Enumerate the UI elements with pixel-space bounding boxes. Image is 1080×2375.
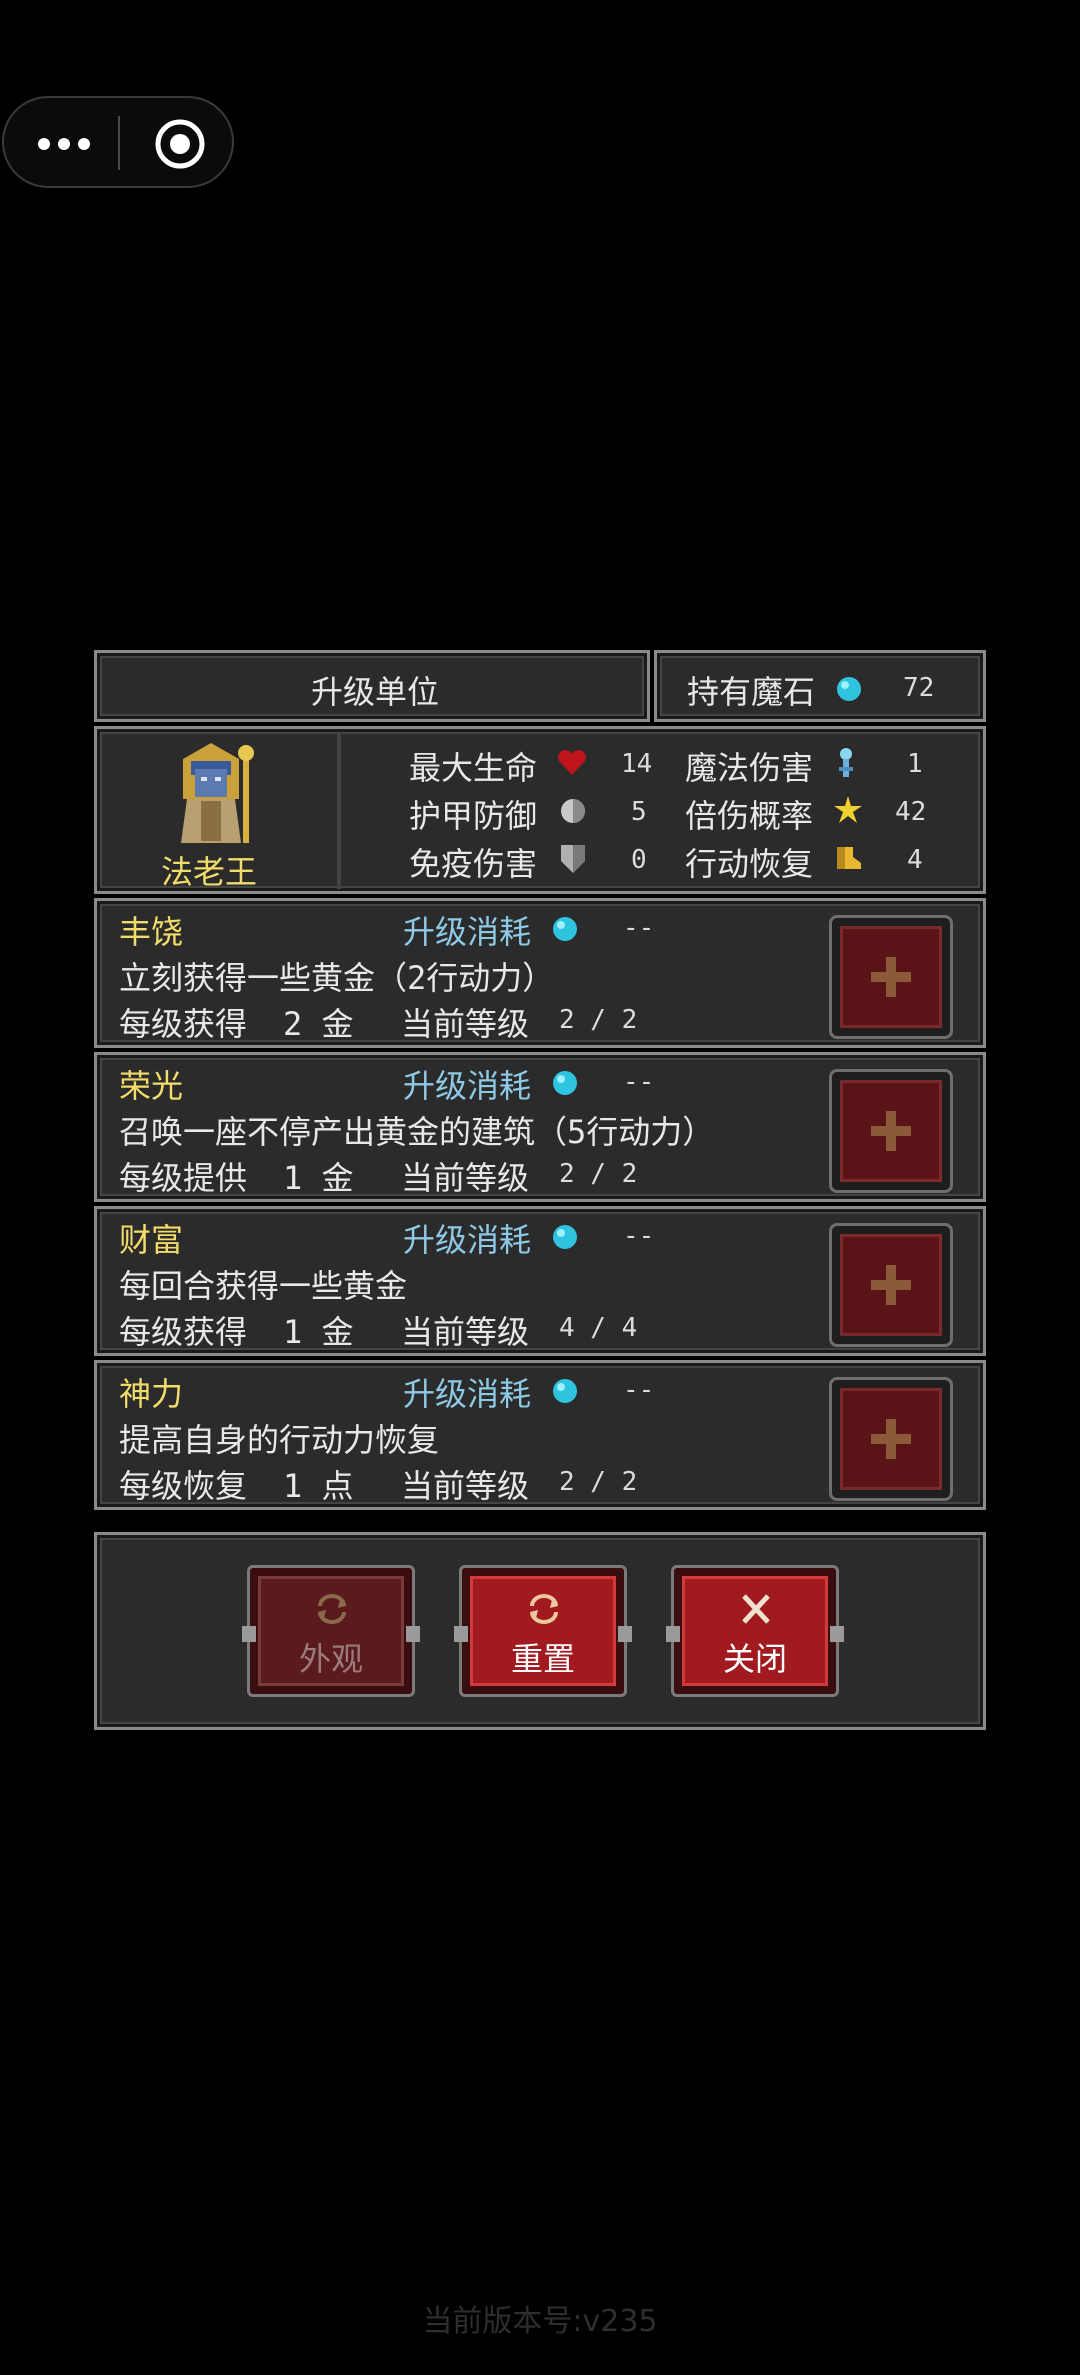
upgrade-per-level-label: 每级恢复 xyxy=(119,1467,248,1505)
upgrade-row: 荣光 升级消耗 -- 召唤一座不停产出黄金的建筑（5行动力） 每级提供 1 金 … xyxy=(94,1052,986,1202)
boot-icon xyxy=(837,847,861,869)
upgrade-level-label: 当前等级 xyxy=(401,1313,530,1351)
armor-icon xyxy=(561,799,585,823)
plus-icon xyxy=(840,1388,942,1490)
upgrade-per-level-label: 每级获得 xyxy=(119,1005,248,1043)
gem-icon xyxy=(553,1225,577,1249)
reset-button[interactable]: 重置 xyxy=(454,1565,632,1697)
capsule-divider xyxy=(118,116,120,170)
star-icon xyxy=(834,796,862,823)
gem-icon xyxy=(553,1379,577,1403)
stat-value-armor: 5 xyxy=(631,797,647,827)
shield-icon xyxy=(561,845,585,873)
close-icon xyxy=(742,1594,770,1624)
upgrade-per-level-value: 2 金 xyxy=(283,1005,354,1043)
refresh-icon xyxy=(318,1594,346,1624)
stat-label-magic-damage: 魔法伤害 xyxy=(685,749,814,787)
gem-icon xyxy=(553,917,577,941)
upgrade-level: 4 / 4 xyxy=(559,1313,638,1343)
portrait-frame: 法老王 xyxy=(101,733,341,891)
panel-title: 升级单位 xyxy=(311,673,440,711)
upgrade-description: 每回合获得一些黄金 xyxy=(119,1267,408,1305)
magic-stone-counter: 持有魔石 72 xyxy=(654,650,986,722)
upgrade-level: 2 / 2 xyxy=(559,1005,638,1035)
more-icon[interactable] xyxy=(38,138,90,150)
refresh-icon xyxy=(530,1594,558,1624)
upgrade-per-level-value: 1 金 xyxy=(283,1313,354,1351)
unit-name: 法老王 xyxy=(161,853,258,891)
upgrade-plus-button[interactable] xyxy=(829,1223,953,1347)
upgrade-plus-button[interactable] xyxy=(829,1377,953,1501)
upgrade-plus-button[interactable] xyxy=(829,915,953,1039)
close-button[interactable]: 关闭 xyxy=(666,1565,844,1697)
plus-icon xyxy=(840,926,942,1028)
stat-value-immunity: 0 xyxy=(631,845,647,875)
footer-bar: 外观 重置 关闭 xyxy=(94,1532,986,1730)
gem-icon xyxy=(553,1071,577,1095)
upgrade-cost-label: 升级消耗 xyxy=(403,913,532,951)
upgrade-cost: -- xyxy=(623,913,655,943)
stat-value-action-recovery: 4 xyxy=(907,845,923,875)
upgrade-cost-label: 升级消耗 xyxy=(403,1067,532,1105)
upgrade-cost-label: 升级消耗 xyxy=(403,1375,532,1413)
plus-icon xyxy=(840,1080,942,1182)
upgrade-plus-button[interactable] xyxy=(829,1069,953,1193)
stat-value-magic-damage: 1 xyxy=(907,749,923,779)
upgrade-per-level-value: 1 金 xyxy=(283,1159,354,1197)
upgrade-per-level-value: 1 点 xyxy=(283,1467,354,1505)
upgrade-name: 荣光 xyxy=(119,1067,184,1105)
reset-label: 重置 xyxy=(510,1640,575,1678)
stat-label-armor: 护甲防御 xyxy=(409,797,538,835)
upgrade-level-label: 当前等级 xyxy=(401,1005,530,1043)
version-label: 当前版本号:v235 xyxy=(422,2304,658,2339)
staff-icon xyxy=(839,748,853,777)
stone-count: 72 xyxy=(903,673,935,703)
stat-value-max-hp: 14 xyxy=(621,749,653,779)
stat-label-immunity: 免疫伤害 xyxy=(409,845,538,883)
upgrade-cost: -- xyxy=(623,1221,655,1251)
upgrade-level: 2 / 2 xyxy=(559,1159,638,1189)
upgrade-row: 丰饶 升级消耗 -- 立刻获得一些黄金（2行动力） 每级获得 2 金 当前等级 … xyxy=(94,898,986,1048)
close-label: 关闭 xyxy=(722,1640,787,1678)
appearance-label: 外观 xyxy=(298,1640,363,1678)
stat-label-action-recovery: 行动恢复 xyxy=(685,845,814,883)
upgrade-unit-panel: 升级单位 持有魔石 72 法老王 最大生命 14 护甲防御 5 免疫伤害 0 魔… xyxy=(94,648,986,1730)
upgrade-per-level-label: 每级提供 xyxy=(119,1159,248,1197)
upgrade-cost: -- xyxy=(623,1067,655,1097)
stat-label-crit-chance: 倍伤概率 xyxy=(685,797,814,835)
upgrade-description: 提高自身的行动力恢复 xyxy=(119,1421,440,1459)
upgrade-cost-label: 升级消耗 xyxy=(403,1221,532,1259)
stat-value-crit-chance: 42 xyxy=(895,797,927,827)
upgrade-level-label: 当前等级 xyxy=(401,1467,530,1505)
upgrade-row: 神力 升级消耗 -- 提高自身的行动力恢复 每级恢复 1 点 当前等级 2 / … xyxy=(94,1360,986,1510)
unit-info: 法老王 最大生命 14 护甲防御 5 免疫伤害 0 魔法伤害 1 倍伤概率 42… xyxy=(94,726,986,894)
stat-label-max-hp: 最大生命 xyxy=(409,749,538,787)
pharaoh-portrait-icon xyxy=(181,743,254,843)
upgrade-name: 神力 xyxy=(119,1375,184,1413)
upgrade-per-level-label: 每级获得 xyxy=(119,1313,248,1351)
upgrade-cost: -- xyxy=(623,1375,655,1405)
upgrade-level-label: 当前等级 xyxy=(401,1159,530,1197)
upgrade-name: 丰饶 xyxy=(119,913,184,951)
appearance-button[interactable]: 外观 xyxy=(242,1565,420,1697)
gem-icon xyxy=(837,677,861,701)
upgrade-level: 2 / 2 xyxy=(559,1467,638,1497)
upgrade-description: 立刻获得一些黄金（2行动力） xyxy=(119,959,555,997)
title-bar: 升级单位 xyxy=(94,650,650,722)
heart-icon xyxy=(558,750,586,775)
plus-icon xyxy=(840,1234,942,1336)
upgrade-row: 财富 升级消耗 -- 每回合获得一些黄金 每级获得 1 金 当前等级 4 / 4 xyxy=(94,1206,986,1356)
upgrade-description: 召唤一座不停产出黄金的建筑（5行动力） xyxy=(119,1113,715,1151)
miniprogram-capsule xyxy=(2,96,234,188)
upgrade-name: 财富 xyxy=(119,1221,184,1259)
close-miniprogram-icon[interactable] xyxy=(154,118,206,170)
stone-label: 持有魔石 xyxy=(687,673,816,711)
